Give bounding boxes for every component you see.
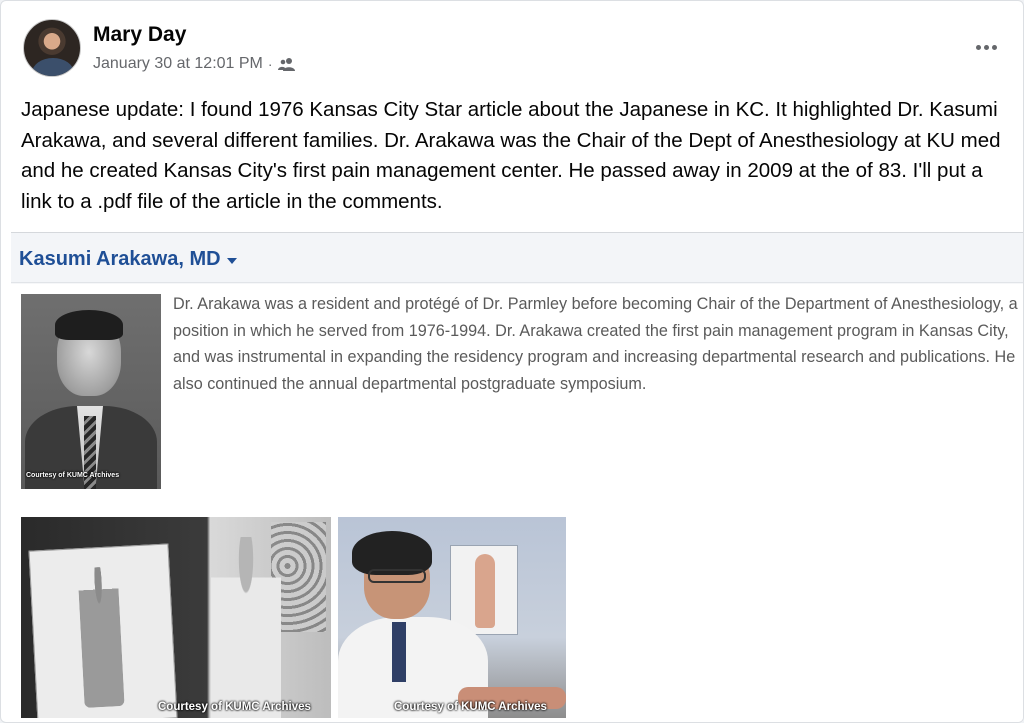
portrait-hair	[55, 310, 123, 340]
wall-chart	[450, 545, 518, 635]
article-title: Kasumi Arakawa, MD	[19, 248, 221, 270]
article-header: Kasumi Arakawa, MD	[11, 233, 1023, 283]
more-dot	[975, 44, 981, 50]
article-bio: Dr. Arakawa was a resident and protégé o…	[173, 295, 1018, 393]
people-icon[interactable]	[277, 57, 296, 71]
caret-down-icon	[226, 257, 237, 264]
doctor-tie	[392, 622, 406, 682]
more-dot	[991, 44, 997, 50]
doctor-photo[interactable]: Courtesy of KUMC Archives	[338, 517, 566, 718]
acupuncture-chart-photo[interactable]: Courtesy of KUMC Archives	[21, 517, 331, 718]
post-text: Japanese update: I found 1976 Kansas Cit…	[21, 98, 1001, 213]
author-avatar[interactable]	[23, 19, 81, 77]
photo-credit: Courtesy of KUMC Archives	[394, 701, 547, 713]
more-options-icon[interactable]	[971, 35, 1001, 59]
meta-separator: ·	[267, 56, 273, 72]
doctor-glasses	[368, 569, 426, 583]
facebook-post: Mary Day January 30 at 12:01 PM · Japane…	[0, 0, 1024, 723]
author-name[interactable]: Mary Day	[93, 23, 186, 47]
article-body: Courtesy of KUMC Archives Dr. Arakawa wa…	[11, 284, 1023, 722]
poster-figure	[77, 566, 125, 708]
more-dot	[983, 44, 989, 50]
photo-credit: Courtesy of KUMC Archives	[158, 701, 311, 713]
doctor-figure	[211, 537, 281, 718]
photo-credit: Courtesy of KUMC Archives	[26, 472, 120, 479]
embedded-article[interactable]: Kasumi Arakawa, MD Courtesy of KUMC Arch…	[11, 232, 1023, 722]
post-timestamp[interactable]: January 30 at 12:01 PM	[93, 55, 263, 73]
portrait-photo[interactable]: Courtesy of KUMC Archives	[21, 294, 161, 489]
post-meta: January 30 at 12:01 PM ·	[93, 55, 296, 73]
article-title-link[interactable]: Kasumi Arakawa, MD	[19, 248, 237, 271]
avatar-figure	[32, 58, 74, 76]
